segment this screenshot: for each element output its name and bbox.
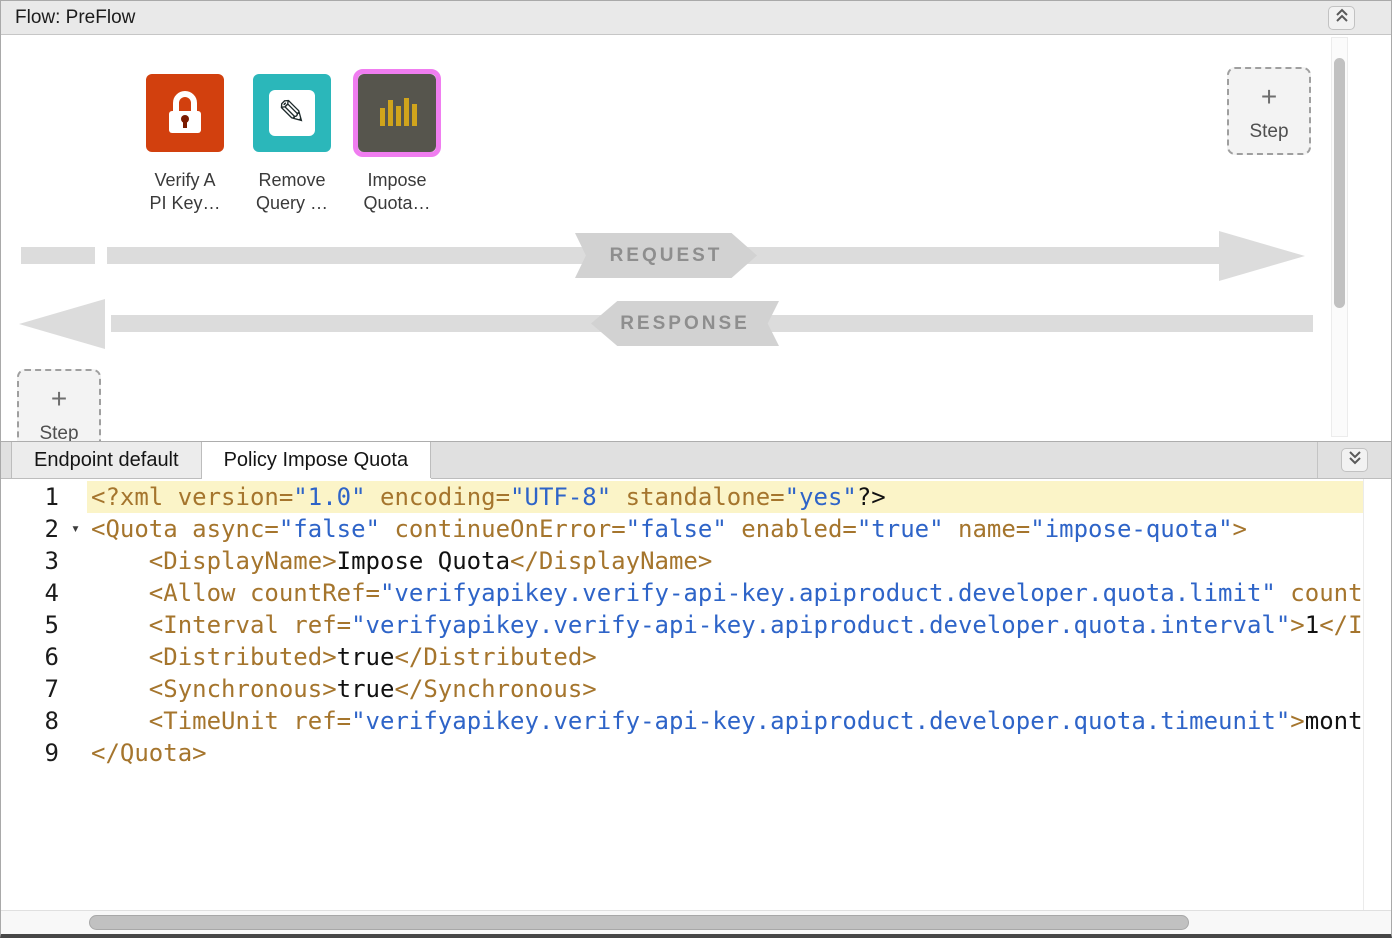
chevron-double-down-icon — [1347, 449, 1363, 471]
chevron-double-up-icon — [1334, 7, 1350, 29]
horizontal-scrollbar-thumb[interactable] — [89, 915, 1189, 930]
code-line[interactable]: 1<?xml version="1.0" encoding="UTF-8" st… — [1, 481, 1391, 513]
apigee-flow-editor: Flow: PreFlow — [0, 0, 1392, 938]
fold-arrow-icon[interactable]: ▾ — [71, 521, 80, 536]
code-line[interactable]: 5 <Interval ref="verifyapikey.verify-api… — [1, 609, 1391, 641]
flow-title: Flow: PreFlow — [15, 7, 135, 29]
tab-endpoint-default[interactable]: Endpoint default — [11, 442, 202, 478]
policy-remove-query[interactable]: ✎ Remove Query … — [232, 69, 352, 215]
code-text: <Allow countRef="verifyapikey.verify-api… — [87, 577, 1391, 609]
tab-label: Endpoint default — [34, 449, 179, 472]
horizontal-scrollbar[interactable] — [1, 910, 1391, 934]
code-text: <Synchronous>true</Synchronous> — [87, 673, 1391, 705]
add-step-button-request[interactable]: + Step — [1227, 67, 1311, 155]
code-text: <Distributed>true</Distributed> — [87, 641, 1391, 673]
code-line[interactable]: 3 <DisplayName>Impose Quota</DisplayName… — [1, 545, 1391, 577]
line-number: 7 — [1, 673, 87, 705]
plus-icon: + — [19, 385, 99, 413]
line-number: 1 — [1, 481, 87, 513]
code-line[interactable]: 7 <Synchronous>true</Synchronous> — [1, 673, 1391, 705]
line-number: 2▾ — [1, 513, 87, 545]
line-number: 9 — [1, 737, 87, 769]
tab-policy-impose-quota[interactable]: Policy Impose Quota — [202, 442, 432, 478]
line-number: 8 — [1, 705, 87, 737]
policy-icon-frame: ✎ — [248, 69, 336, 157]
plus-icon: + — [1229, 83, 1309, 111]
policy-selection-frame — [353, 69, 441, 157]
flow-canvas: Verify A PI Key… ✎ Remove Query … — [1, 35, 1391, 441]
lock-icon — [146, 74, 224, 152]
request-label: REQUEST — [575, 233, 757, 278]
editor-panel: Endpoint default Policy Impose Quota 1<?… — [1, 441, 1391, 934]
collapse-panel-button[interactable] — [1328, 6, 1355, 30]
add-step-label: Step — [19, 423, 99, 441]
request-flow-bar-stub — [21, 247, 95, 264]
request-arrowhead-icon — [1219, 231, 1305, 281]
editor-tab-bar: Endpoint default Policy Impose Quota — [1, 441, 1391, 479]
pencil-icon: ✎ — [253, 74, 331, 152]
pencil-glyph: ✎ — [278, 93, 307, 133]
line-number: 5 — [1, 609, 87, 641]
vertical-scrollbar[interactable] — [1331, 37, 1348, 437]
code-line[interactable]: 2▾<Quota async="false" continueOnError="… — [1, 513, 1391, 545]
line-number: 4 — [1, 577, 87, 609]
code-text: <TimeUnit ref="verifyapikey.verify-api-k… — [87, 705, 1391, 737]
code-text: <DisplayName>Impose Quota</DisplayName> — [87, 545, 1391, 577]
line-number: 6 — [1, 641, 87, 673]
flow-header: Flow: PreFlow — [1, 1, 1391, 35]
code-line[interactable]: 9</Quota> — [1, 737, 1391, 769]
editor-right-gutter — [1363, 479, 1391, 910]
add-step-button-response[interactable]: + Step — [17, 369, 101, 441]
code-line[interactable]: 4 <Allow countRef="verifyapikey.verify-a… — [1, 577, 1391, 609]
code-text: <Quota async="false" continueOnError="fa… — [87, 513, 1391, 545]
policy-icon-frame — [141, 69, 229, 157]
add-step-label: Step — [1229, 121, 1309, 143]
tab-label: Policy Impose Quota — [224, 449, 409, 472]
vertical-scrollbar-thumb[interactable] — [1334, 58, 1345, 308]
response-label: RESPONSE — [591, 301, 779, 346]
code-line[interactable]: 8 <TimeUnit ref="verifyapikey.verify-api… — [1, 705, 1391, 737]
policy-label: Verify A PI Key… — [125, 169, 245, 215]
tab-bar-right — [1317, 442, 1391, 478]
code-line[interactable]: 6 <Distributed>true</Distributed> — [1, 641, 1391, 673]
code-text: <?xml version="1.0" encoding="UTF-8" sta… — [87, 481, 1391, 513]
policy-label: Impose Quota… — [337, 169, 457, 215]
policy-label: Remove Query … — [232, 169, 352, 215]
bar-chart-icon — [358, 74, 436, 152]
code-text: <Interval ref="verifyapikey.verify-api-k… — [87, 609, 1391, 641]
xml-code-editor[interactable]: 1<?xml version="1.0" encoding="UTF-8" st… — [1, 479, 1391, 910]
line-number: 3 — [1, 545, 87, 577]
collapse-editor-button[interactable] — [1341, 448, 1368, 472]
response-arrowhead-icon — [19, 299, 105, 349]
code-text: </Quota> — [87, 737, 1391, 769]
policy-impose-quota[interactable]: Impose Quota… — [337, 69, 457, 215]
policy-verify-api-key[interactable]: Verify A PI Key… — [125, 69, 245, 215]
